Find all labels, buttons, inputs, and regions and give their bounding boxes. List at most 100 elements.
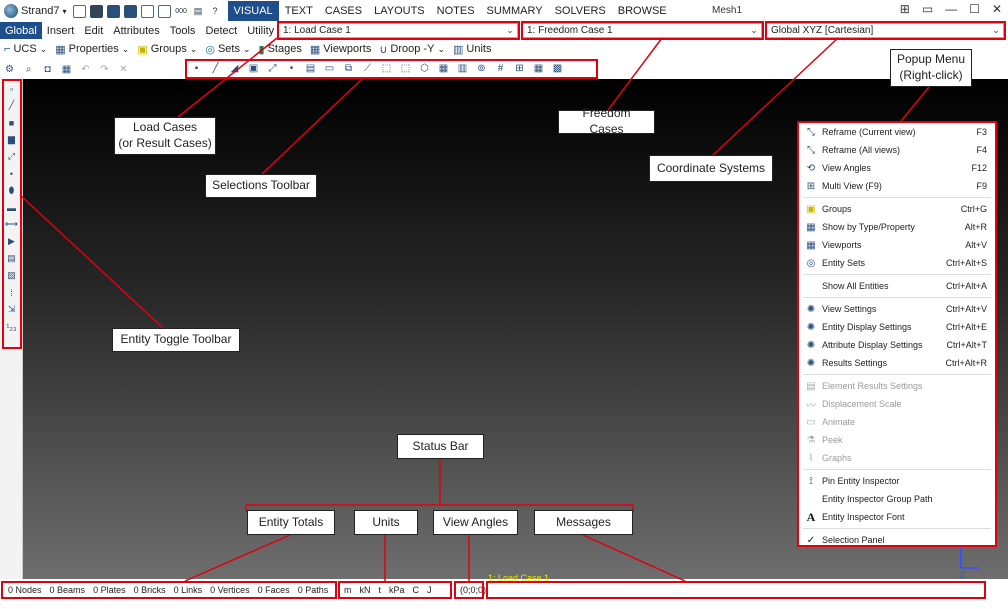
popup-item-label: Entity Inspector Group Path	[822, 494, 933, 504]
ribbon-tab-browse[interactable]: BROWSE	[612, 1, 673, 21]
close-icon[interactable]: ✕	[992, 2, 1002, 16]
cancel-icon[interactable]: ✕	[116, 62, 131, 76]
ribbon-tab-notes[interactable]: NOTES	[431, 1, 481, 21]
ribbon-tab-visual[interactable]: VISUAL	[227, 1, 279, 21]
sets-icon: ◎	[205, 43, 215, 56]
popup-item-show-all-entities[interactable]: Show All Entities Ctrl+Alt+A	[799, 277, 995, 295]
units-highlight	[338, 581, 452, 599]
ribbon-tab-cases[interactable]: CASES	[319, 1, 368, 21]
popup-item-graphs: ⌇ Graphs	[799, 449, 995, 467]
toolbar-units-button[interactable]: ▥ Units	[453, 43, 491, 56]
undo-icon[interactable]: ↶	[78, 62, 93, 76]
stages-icon: ▮	[258, 43, 265, 56]
redo-icon[interactable]: ↷	[97, 62, 112, 76]
grid-icon[interactable]: ▦	[59, 62, 74, 76]
maximize-icon[interactable]: ☐	[969, 2, 980, 16]
popup-item-label: Selection Panel	[822, 535, 885, 545]
clipboard-icon[interactable]: ▤	[192, 5, 205, 18]
chevron-down-icon: ▾	[62, 6, 67, 16]
popup-item-selection-panel[interactable]: ✓ Selection Panel	[799, 531, 995, 549]
pin-window-icon[interactable]: ⊞	[900, 2, 910, 16]
popup-item-reframe-current-view[interactable]: ⤡ Reframe (Current view) F3	[799, 123, 995, 141]
save-icon[interactable]	[106, 4, 120, 18]
popup-item-displacement-scale: 〰 Displacement Scale	[799, 395, 995, 413]
font-icon: A	[806, 509, 816, 524]
save-as-icon[interactable]	[123, 4, 137, 18]
pin-icon: ⟟	[809, 475, 813, 487]
popup-item-label: Attribute Display Settings	[822, 340, 923, 350]
popup-item-shortcut: Alt+V	[965, 240, 987, 250]
print-icon[interactable]	[157, 4, 171, 18]
entity-toggle-highlight	[2, 79, 22, 349]
help-icon[interactable]: ?	[209, 5, 222, 18]
menu-item-attributes[interactable]: Attributes	[108, 22, 164, 39]
popup-item-shortcut: F9	[976, 181, 987, 191]
toolbar-groups-button[interactable]: ▣ Groups ⌄	[137, 43, 197, 56]
displacement-icon: 〰	[806, 400, 816, 412]
numbers-icon[interactable]: 000	[175, 5, 188, 18]
menu-item-edit[interactable]: Edit	[79, 22, 108, 39]
popup-item-label: Entity Sets	[822, 258, 866, 268]
ucs-icon: ⌐	[4, 43, 11, 55]
toolbar-stages-button[interactable]: ▮ Stages	[259, 43, 302, 56]
popup-item-viewports[interactable]: ▦ Viewports Alt+V	[799, 236, 995, 254]
toolbar-sets-button[interactable]: ◎ Sets ⌄	[205, 43, 250, 56]
callout-entity-toggle-toolbar: Entity Toggle Toolbar	[112, 328, 240, 352]
minimize-icon[interactable]: —	[945, 2, 957, 16]
popup-item-label: Show by Type/Property	[822, 222, 915, 232]
binoculars-icon[interactable]: ⌕	[21, 62, 36, 76]
popup-item-show-by-type-property[interactable]: ▦ Show by Type/Property Alt+R	[799, 218, 995, 236]
popup-item-reframe-all-views[interactable]: ⤡ Reframe (All views) F4	[799, 141, 995, 159]
popup-item-groups[interactable]: ▣ Groups Ctrl+G	[799, 200, 995, 218]
menu-item-detect[interactable]: Detect	[200, 22, 242, 39]
title-bar: Strand7 ▾ 000 ▤ ? VISUAL TEXT CASES LAYOUTS…	[0, 0, 1008, 22]
toolbar-item-label: Stages	[267, 43, 302, 55]
popup-item-multi-view-f9[interactable]: ⊞ Multi View (F9) F9	[799, 177, 995, 195]
window-controls: ⊞ ▭ — ☐ ✕	[900, 2, 1002, 16]
toolbar-droop-button[interactable]: ∪ Droop -Y ⌄	[379, 43, 445, 56]
new-file-icon[interactable]	[72, 4, 86, 18]
coord-system-highlight	[765, 21, 1006, 40]
popup-item-pin-entity-inspector[interactable]: ⟟ Pin Entity Inspector	[799, 472, 995, 490]
popup-item-view-angles[interactable]: ⟲ View Angles F12	[799, 159, 995, 177]
toolbar-item-label: UCS	[13, 43, 37, 55]
ribbon-tab-solvers[interactable]: SOLVERS	[549, 1, 612, 21]
popup-item-shortcut: F4	[976, 145, 987, 155]
toolbar-properties-button[interactable]: ▦ Properties ⌄	[55, 43, 129, 56]
menu-item-global[interactable]: Global	[0, 22, 42, 39]
toolbar-viewports-button[interactable]: ▦ Viewports	[310, 43, 372, 56]
restore-icon[interactable]: ▭	[922, 2, 933, 16]
callout-entity-totals: Entity Totals	[247, 510, 335, 535]
popup-item-entity-display-settings[interactable]: ✺ Entity Display Settings Ctrl+Alt+E	[799, 318, 995, 336]
ribbon-tab-layouts[interactable]: LAYOUTS	[368, 1, 431, 21]
toolbar-ucs-button[interactable]: ⌐ UCS ⌄	[4, 43, 47, 55]
popup-item-label: View Settings	[822, 304, 877, 314]
popup-item-label: Displacement Scale	[822, 399, 902, 409]
popup-item-entity-inspector-font[interactable]: A Entity Inspector Font	[799, 508, 995, 526]
open-folder-icon[interactable]	[89, 4, 103, 18]
popup-item-results-settings[interactable]: ✺ Results Settings Ctrl+Alt+R	[799, 354, 995, 372]
menu-item-utility[interactable]: Utility	[242, 22, 279, 39]
popup-item-attribute-display-settings[interactable]: ✺ Attribute Display Settings Ctrl+Alt+T	[799, 336, 995, 354]
menu-item-insert[interactable]: Insert	[42, 22, 80, 39]
app-menu[interactable]: Strand7 ▾	[0, 4, 67, 18]
axis-z-label: Z	[959, 570, 965, 580]
blank-icon	[805, 493, 817, 505]
settings-gear-icon[interactable]: ⚙	[2, 62, 17, 76]
multi-view-icon: ⊞	[806, 180, 816, 192]
menu-separator	[803, 469, 991, 470]
popup-item-entity-sets[interactable]: ◎ Entity Sets Ctrl+Alt+S	[799, 254, 995, 272]
popup-item-element-results-settings: ▤ Element Results Settings	[799, 377, 995, 395]
popup-item-entity-inspector-group-path[interactable]: Entity Inspector Group Path	[799, 490, 995, 508]
menu-separator	[803, 528, 991, 529]
chevron-down-icon: ⌄	[121, 43, 130, 54]
ribbon-tab-summary[interactable]: SUMMARY	[481, 1, 549, 21]
app-name: Strand7	[21, 5, 60, 17]
popup-item-view-settings[interactable]: ✺ View Settings Ctrl+Alt+V	[799, 300, 995, 318]
camera-icon[interactable]: ◘	[40, 62, 55, 76]
results-settings-icon: ✺	[806, 357, 816, 369]
ribbon-tab-text[interactable]: TEXT	[279, 1, 319, 21]
menu-item-tools[interactable]: Tools	[165, 22, 201, 39]
popup-item-label: Entity Display Settings	[822, 322, 912, 332]
document-icon[interactable]	[140, 4, 154, 18]
